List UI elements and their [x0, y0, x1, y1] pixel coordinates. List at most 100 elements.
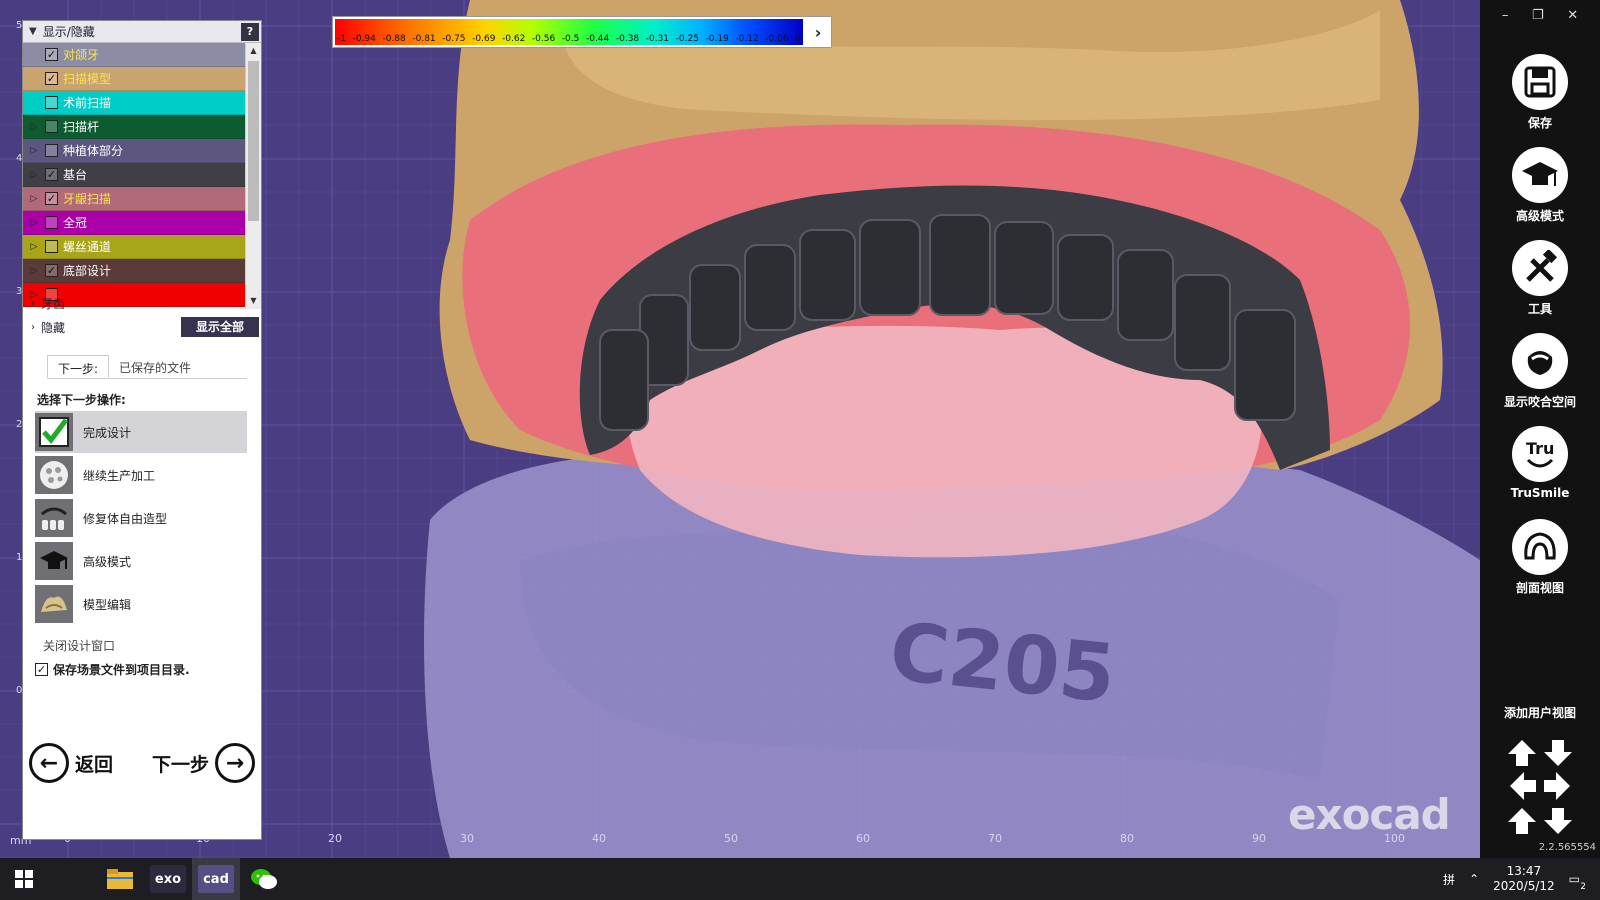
model-edit-icon [35, 585, 73, 623]
graduation-cap-icon [1512, 147, 1568, 203]
notification-count: 2 [1580, 882, 1586, 892]
close-design-window-link[interactable]: 关闭设计窗口 [43, 637, 115, 654]
layer-checkbox[interactable] [45, 216, 58, 229]
expand-arrow-icon[interactable]: ▷ [23, 194, 45, 204]
layer-checkbox[interactable]: ✓ [45, 264, 58, 277]
tool-trusmile-button[interactable]: Tru TruSmile [1480, 426, 1600, 500]
ime-indicator[interactable]: 拼 [1443, 871, 1455, 888]
action-item[interactable]: 继续生产加工 [35, 454, 247, 496]
minimize-icon[interactable]: – [1502, 8, 1509, 23]
expand-arrow-icon[interactable]: ▷ [23, 122, 45, 132]
tool-occlusion-space-button[interactable]: 显示咬合空间 [1480, 333, 1600, 410]
visibility-title: 显示/隐藏 [42, 25, 95, 39]
chevron-right-icon: › [31, 321, 35, 333]
tool-tools-button[interactable]: 工具 [1480, 240, 1600, 317]
layer-checkbox[interactable] [45, 144, 58, 157]
layer-checkbox[interactable] [45, 240, 58, 253]
tool-graduation-cap-button[interactable]: 高级模式 [1480, 147, 1600, 224]
layer-label: 基台 [63, 168, 88, 182]
system-tray: 拼 ⌃ 13:47 2020/5/12 ▭ 2 [1443, 858, 1586, 900]
layer-row[interactable]: 术前扫描 [23, 91, 245, 115]
color-scale-tick: -0.75 [442, 34, 466, 44]
right-toolbar: – ❐ ✕ 保存高级模式工具显示咬合空间 Tru TruSmile 剖面视图 添加用户视图… [1480, 0, 1600, 858]
tool-label: 高级模式 [1515, 209, 1564, 223]
restore-icon[interactable]: ❐ [1532, 8, 1544, 23]
next-label: 下一步 [151, 753, 209, 776]
layer-row[interactable]: ▷ ✓ 牙龈扫描 [23, 187, 245, 211]
ruler-x-label: 80 [1120, 832, 1134, 845]
section-view-icon [1512, 519, 1568, 575]
layer-checkbox[interactable] [45, 96, 58, 109]
graduation-cap-icon [35, 542, 73, 580]
add-user-view-label[interactable]: 添加用户视图 [1480, 704, 1600, 721]
color-scale-tick: -0.56 [531, 34, 556, 44]
windows-start-icon[interactable] [0, 858, 48, 900]
layer-row[interactable]: ▷ ✓ 底部设计 [23, 259, 245, 283]
help-button[interactable]: ? [241, 23, 259, 41]
left-panel: ▼ 显示/隐藏 ? ✓ 对颌牙 ✓ 扫描模型 术前扫描 ▷ 扫描杆 ▷ 种植体部分 ▷ ✓ 基台 ▷ ✓ 牙… [22, 20, 262, 840]
chevron-down-icon[interactable]: ▼ [29, 26, 37, 37]
tray-expand-icon[interactable]: ⌃ [1469, 872, 1479, 886]
tool-save-disk-button[interactable]: 保存 [1480, 54, 1600, 131]
show-all-button[interactable]: 显示全部 [181, 317, 259, 337]
expand-arrow-icon[interactable]: ▷ [23, 170, 45, 180]
group-teeth[interactable]: › 牙齿 [23, 291, 261, 315]
expand-arrow-icon[interactable]: ▷ [23, 242, 45, 252]
view-arrows-icon[interactable] [1508, 738, 1572, 834]
action-item[interactable]: 高级模式 [35, 540, 247, 582]
exo-app-icon[interactable]: exo [144, 858, 192, 900]
action-label: 高级模式 [83, 554, 132, 569]
layer-label: 扫描杆 [63, 120, 100, 134]
scrollbar-thumb[interactable] [248, 61, 259, 221]
layer-row[interactable]: ▷ 扫描杆 [23, 115, 245, 139]
expand-arrow-icon[interactable]: ▷ [23, 146, 45, 156]
layer-row[interactable]: ▷ 螺丝通道 [23, 235, 245, 259]
expand-arrow-icon[interactable]: ▷ [23, 218, 45, 228]
tool-label: TruSmile [1510, 486, 1570, 500]
milling-disc-icon [35, 456, 73, 494]
color-scale-tick: -0.94 [352, 34, 376, 44]
layer-checkbox[interactable]: ✓ [45, 168, 58, 181]
layer-checkbox[interactable]: ✓ [45, 72, 58, 85]
tab-saved-files[interactable]: 已保存的文件 [109, 355, 201, 378]
cad-app-icon[interactable]: cad [192, 858, 240, 900]
layer-scrollbar[interactable]: ▲ ▼ [245, 43, 261, 309]
wechat-icon[interactable] [240, 858, 288, 900]
version-label: 2.2.565554 [1538, 842, 1596, 853]
tool-section-view-button[interactable]: 剖面视图 [1480, 519, 1600, 596]
tab-next-step[interactable]: 下一步: [47, 355, 110, 378]
color-scale-tick: -0.69 [472, 34, 496, 44]
visibility-header[interactable]: ▼ 显示/隐藏 ? [23, 21, 261, 43]
next-button[interactable]: 下一步 → [152, 743, 255, 783]
layer-label: 种植体部分 [63, 144, 124, 158]
layer-checkbox[interactable] [45, 120, 58, 133]
file-explorer-icon[interactable] [96, 858, 144, 900]
layer-row[interactable]: ✓ 对颌牙 [23, 43, 245, 67]
color-scale-tick: -0.88 [382, 34, 406, 44]
action-item[interactable]: 完成设计 [35, 411, 247, 453]
back-button[interactable]: ← 返回 [29, 743, 113, 783]
color-scale-tick: -0.25 [675, 34, 699, 44]
action-item[interactable]: 模型编辑 [35, 583, 247, 625]
layer-row[interactable]: ▷ 种植体部分 [23, 139, 245, 163]
notification-icon[interactable]: ▭ 2 [1569, 872, 1586, 892]
exo-app-label: exo [150, 865, 186, 893]
layer-row[interactable]: ✓ 扫描模型 [23, 67, 245, 91]
group-hidden[interactable]: › 隐藏 显示全部 [23, 315, 261, 339]
layer-checkbox[interactable]: ✓ [45, 192, 58, 205]
action-label: 继续生产加工 [83, 468, 156, 483]
layer-label: 牙龈扫描 [63, 192, 112, 206]
clock[interactable]: 13:47 2020/5/12 [1493, 864, 1555, 894]
save-scene-option[interactable]: ✓ 保存场景文件到项目目录. [35, 661, 190, 678]
color-scale-tick: -0.5 [561, 34, 580, 44]
save-scene-checkbox[interactable]: ✓ [35, 663, 48, 676]
expand-arrow-icon[interactable]: ▷ [23, 266, 45, 276]
color-scale-tick: -0.62 [502, 34, 526, 44]
layer-row[interactable]: ▷ ✓ 基台 [23, 163, 245, 187]
close-icon[interactable]: ✕ [1567, 8, 1578, 23]
scroll-up-icon[interactable]: ▲ [246, 43, 261, 59]
action-item[interactable]: 修复体自由造型 [35, 497, 247, 539]
layer-checkbox[interactable]: ✓ [45, 48, 58, 61]
chevron-right-icon[interactable]: › [805, 17, 831, 47]
layer-row[interactable]: ▷ 全冠 [23, 211, 245, 235]
